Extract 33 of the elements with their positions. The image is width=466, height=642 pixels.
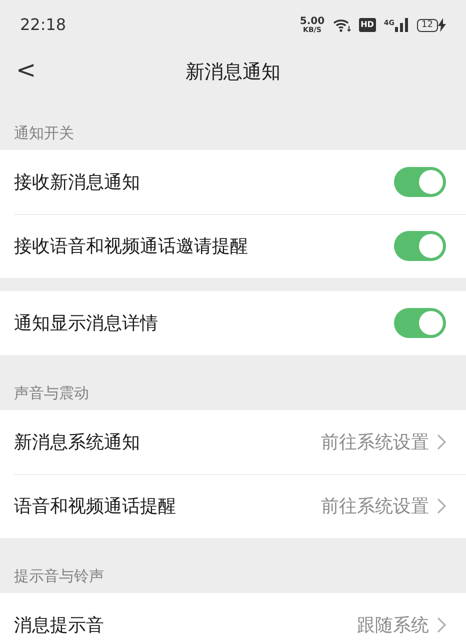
row-value: 跟随系统 (357, 614, 429, 638)
settings-row[interactable]: 接收语音和视频通话邀请提醒 (0, 214, 466, 278)
section-header: 提示音与铃声 (13, 566, 105, 586)
row-label: 新消息系统通知 (14, 430, 141, 454)
toggle-switch[interactable] (394, 231, 446, 261)
battery-icon: 12 (416, 18, 438, 32)
section-header: 通知开关 (13, 122, 75, 144)
chevron-right-icon (437, 498, 446, 514)
row-label: 通知显示消息详情 (14, 312, 159, 336)
chevron-right-icon (437, 617, 446, 633)
row-label: 接收语音和视频通话邀请提醒 (14, 234, 249, 258)
wifi-icon (332, 18, 351, 32)
settings-row[interactable]: 通知显示消息详情 (0, 291, 466, 355)
settings-row[interactable]: 语音和视频通话提醒 前往系统设置 (0, 474, 466, 538)
row-value: 前往系统设置 (321, 494, 429, 518)
settings-row[interactable]: 接收新消息通知 (0, 150, 466, 214)
page-title: 新消息通知 (186, 60, 280, 86)
charging-icon (438, 18, 446, 32)
row-label: 消息提示音 (14, 614, 105, 638)
row-value: 前往系统设置 (321, 430, 429, 454)
network-speed: 5.00 (300, 16, 325, 26)
toggle-switch[interactable] (394, 167, 446, 197)
settings-row[interactable]: 新消息系统通知 前往系统设置 (0, 410, 466, 474)
signal-icon (394, 18, 409, 32)
row-label: 接收新消息通知 (14, 170, 141, 194)
section-header: 声音与震动 (13, 382, 90, 404)
row-label: 语音和视频通话提醒 (14, 494, 177, 518)
settings-row[interactable]: 消息提示音 跟随系统 (0, 593, 466, 642)
back-button[interactable]: < (12, 56, 40, 85)
status-time: 22:18 (20, 14, 66, 36)
chevron-right-icon (437, 434, 446, 450)
toggle-switch[interactable] (394, 308, 446, 338)
hd-icon: HD (358, 18, 376, 32)
